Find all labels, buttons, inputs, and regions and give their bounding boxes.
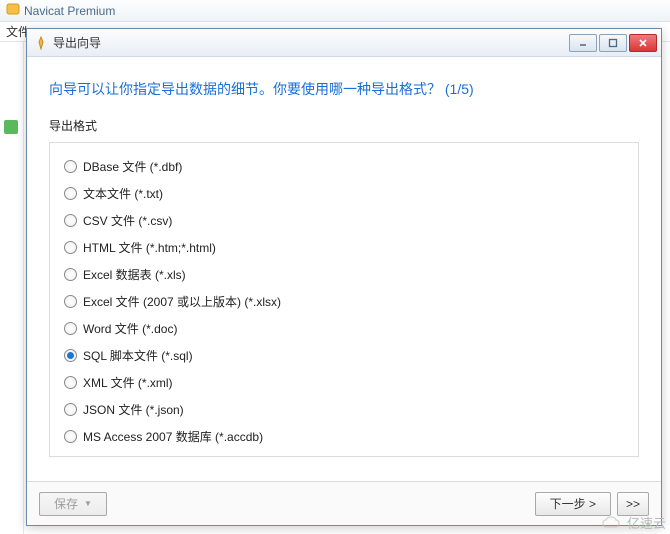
format-option-label: MS Access 2007 数据库 (*.accdb) [83,428,263,445]
maximize-button[interactable] [599,34,627,52]
format-option[interactable]: HTML 文件 (*.htm;*.html) [64,234,624,261]
format-option-label: JSON 文件 (*.json) [83,401,184,418]
dialog-body: 导出格式 DBase 文件 (*.dbf) 文本文件 (*.txt) CSV 文件 … [27,113,661,457]
radio-icon [64,376,77,389]
dropdown-caret-icon: ▼ [84,499,92,508]
next-button-label: 下一步 > [550,495,596,512]
radio-icon [64,349,77,362]
last-button[interactable]: >> [617,492,649,516]
format-option-label: HTML 文件 (*.htm;*.html) [83,239,216,256]
radio-icon [64,268,77,281]
radio-icon [64,187,77,200]
format-option[interactable]: Excel 文件 (2007 或以上版本) (*.xlsx) [64,288,624,315]
dialog-titlebar: 导出向导 [27,29,661,57]
format-option[interactable]: JSON 文件 (*.json) [64,396,624,423]
radio-icon [64,295,77,308]
app-icon [6,2,20,19]
format-option-label: 文本文件 (*.txt) [83,185,163,202]
radio-icon [64,160,77,173]
wizard-icon [33,35,49,51]
format-group-label: 导出格式 [49,117,639,134]
dialog-heading: 向导可以让你指定导出数据的细节。你要使用哪一种导出格式？ (1/5) [27,57,661,113]
next-button[interactable]: 下一步 > [535,492,611,516]
format-option-label: SQL 脚本文件 (*.sql) [83,347,193,364]
radio-icon [64,214,77,227]
export-wizard-dialog: 导出向导 向导可以让你指定导出数据的细节。你要使用哪一种导出格式？ (1/5) … [26,28,662,526]
format-option-label: XML 文件 (*.xml) [83,374,173,391]
dialog-footer: 保存 ▼ 下一步 > >> [27,481,661,525]
format-option[interactable]: XML 文件 (*.xml) [64,369,624,396]
format-radio-group: DBase 文件 (*.dbf) 文本文件 (*.txt) CSV 文件 (*.cs… [49,142,639,457]
app-titlebar: Navicat Premium [0,0,670,22]
window-buttons [569,34,657,52]
format-option[interactable]: CSV 文件 (*.csv) [64,207,624,234]
format-option[interactable]: 文本文件 (*.txt) [64,180,624,207]
cloud-icon [601,515,623,531]
format-option-label: Excel 文件 (2007 或以上版本) (*.xlsx) [83,293,281,310]
dialog-title: 导出向导 [53,34,569,51]
save-button[interactable]: 保存 ▼ [39,492,107,516]
format-option-label: CSV 文件 (*.csv) [83,212,172,229]
format-option[interactable]: Excel 数据表 (*.xls) [64,261,624,288]
format-option[interactable]: DBase 文件 (*.dbf) [64,153,624,180]
last-button-label: >> [626,497,640,511]
sidebar [0,42,24,534]
format-option-label: Excel 数据表 (*.xls) [83,266,186,283]
save-button-label: 保存 [54,495,78,512]
close-button[interactable] [629,34,657,52]
radio-icon [64,403,77,416]
app-title: Navicat Premium [24,4,115,18]
format-option-label: Word 文件 (*.doc) [83,320,177,337]
watermark: 亿速云 [601,513,666,532]
radio-icon [64,322,77,335]
radio-icon [64,430,77,443]
format-option-label: DBase 文件 (*.dbf) [83,158,182,175]
radio-icon [64,241,77,254]
format-option[interactable]: SQL 脚本文件 (*.sql) [64,342,624,369]
database-icon[interactable] [4,120,18,134]
format-option[interactable]: Word 文件 (*.doc) [64,315,624,342]
format-option[interactable]: MS Access 2007 数据库 (*.accdb) [64,423,624,450]
watermark-text: 亿速云 [627,513,666,532]
minimize-button[interactable] [569,34,597,52]
